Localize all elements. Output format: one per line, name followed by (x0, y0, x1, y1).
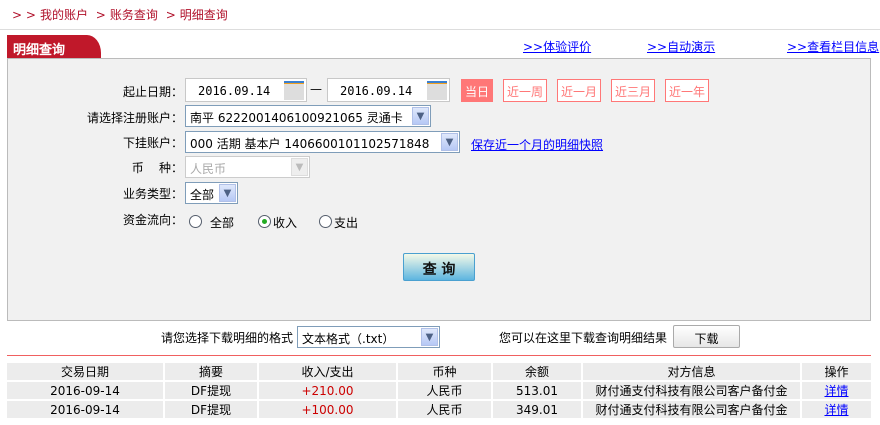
link-column-info[interactable]: >>查看栏目信息 (787, 38, 879, 55)
range-3months-button[interactable]: 近三月 (611, 79, 655, 102)
currency-label: 币 种： (131, 161, 183, 175)
currency-select: 人民币 ▼ (185, 156, 310, 178)
biz-type-label: 业务类型： (122, 187, 183, 201)
flow-all-radio[interactable] (189, 215, 202, 228)
flow-income-radio[interactable] (258, 215, 271, 228)
range-week-button[interactable]: 近一周 (503, 79, 547, 102)
format-label: 请您选择下载明细的格式 (160, 331, 293, 345)
flow-expense-label[interactable]: 支出 (334, 214, 358, 231)
chevron-right-icon: > > (12, 8, 36, 22)
cell-amount: +100.00 (259, 401, 396, 418)
flow-all-label[interactable]: 全部 (210, 214, 234, 231)
header-amount: 收入/支出 (259, 363, 396, 380)
cell-currency: 人民币 (398, 382, 491, 399)
biz-type-value: 全部 (190, 188, 215, 202)
flow-income-label[interactable]: 收入 (273, 214, 297, 231)
table-row: 2016-09-14 DF提现 +100.00 人民币 349.01 财付通支付… (7, 401, 871, 418)
cell-summary: DF提现 (165, 382, 257, 399)
table-header: 交易日期 摘要 收入/支出 币种 余额 对方信息 操作 (7, 363, 871, 380)
date-separator: — (310, 82, 322, 96)
details-link[interactable]: 详情 (824, 384, 848, 398)
cell-date: 2016-09-14 (7, 401, 163, 418)
cell-balance: 349.01 (493, 401, 581, 418)
link-auto-demo[interactable]: >>自动演示 (647, 38, 715, 55)
format-value: 文本格式（.txt） (302, 332, 395, 346)
chevron-down-icon: ▼ (291, 158, 308, 176)
biz-type-select[interactable]: 全部 ▼ (185, 182, 238, 204)
detail-table: 交易日期 摘要 收入/支出 币种 余额 对方信息 操作 2016-09-14 D… (5, 361, 873, 420)
divider (0, 29, 880, 30)
account-select[interactable]: 南平 6222001406100921065 灵通卡 ▼ (185, 105, 431, 127)
details-link[interactable]: 详情 (824, 403, 848, 417)
tab-detail-query[interactable]: 明细查询 (7, 35, 101, 59)
chevron-right-icon: > (165, 8, 176, 22)
range-month-button[interactable]: 近一月 (557, 79, 601, 102)
cell-counterparty: 财付通支付科技有限公司客户备付金 (583, 382, 800, 399)
breadcrumb-my-account[interactable]: 我的账户 (40, 8, 88, 22)
cell-summary: DF提现 (165, 401, 257, 418)
range-today-button[interactable]: 当日 (461, 79, 493, 102)
header-summary: 摘要 (165, 363, 257, 380)
calendar-icon[interactable] (427, 81, 447, 100)
download-hint: 您可以在这里下载查询明细结果 (499, 331, 668, 345)
header-date: 交易日期 (7, 363, 163, 380)
save-snapshot-link[interactable]: 保存近一个月的明细快照 (471, 136, 603, 153)
breadcrumb-account-query[interactable]: 账务查询 (110, 8, 158, 22)
chevron-down-icon[interactable]: ▼ (219, 184, 236, 202)
currency-value: 人民币 (190, 162, 227, 176)
end-date-value: 2016.09.14 (340, 84, 413, 98)
sub-account-select[interactable]: 000 活期 基本户 1406600101102571848 ▼ (185, 131, 460, 153)
sub-account-value: 000 活期 基本户 1406600101102571848 (190, 137, 430, 151)
cell-counterparty: 财付通支付科技有限公司客户备付金 (583, 401, 800, 418)
cell-balance: 513.01 (493, 382, 581, 399)
chevron-down-icon[interactable]: ▼ (412, 107, 429, 125)
start-date-input[interactable]: 2016.09.14 (185, 78, 307, 102)
date-range-label: 起止日期： (122, 85, 183, 99)
cell-currency: 人民币 (398, 401, 491, 418)
cell-amount: +210.00 (259, 382, 396, 399)
end-date-input[interactable]: 2016.09.14 (327, 78, 450, 102)
flow-expense-radio[interactable] (319, 215, 332, 228)
account-value: 南平 6222001406100921065 灵通卡 (190, 111, 403, 125)
cell-date: 2016-09-14 (7, 382, 163, 399)
start-date-value: 2016.09.14 (198, 84, 271, 98)
sub-account-label: 下挂账户： (122, 136, 183, 150)
chevron-down-icon[interactable]: ▼ (421, 328, 438, 346)
header-balance: 余额 (493, 363, 581, 380)
range-year-button[interactable]: 近一年 (665, 79, 709, 102)
download-button[interactable]: 下载 (673, 325, 740, 348)
header-currency: 币种 (398, 363, 491, 380)
header-action: 操作 (802, 363, 871, 380)
header-counterparty: 对方信息 (583, 363, 800, 380)
account-label: 请选择注册账户： (86, 111, 183, 125)
breadcrumb-detail-query: 明细查询 (179, 8, 228, 22)
chevron-down-icon[interactable]: ▼ (441, 133, 458, 151)
breadcrumb: > > 我的账户 > 账务查询 > 明细查询 (8, 6, 228, 23)
link-rate-experience[interactable]: >>体验评价 (523, 38, 591, 55)
divider (7, 355, 871, 356)
calendar-icon[interactable] (284, 81, 304, 100)
query-button[interactable]: 查 询 (403, 253, 475, 281)
table-row: 2016-09-14 DF提现 +210.00 人民币 513.01 财付通支付… (7, 382, 871, 399)
flow-label: 资金流向： (122, 213, 183, 227)
format-select[interactable]: 文本格式（.txt） ▼ (297, 326, 440, 348)
chevron-right-icon: > (95, 8, 106, 22)
